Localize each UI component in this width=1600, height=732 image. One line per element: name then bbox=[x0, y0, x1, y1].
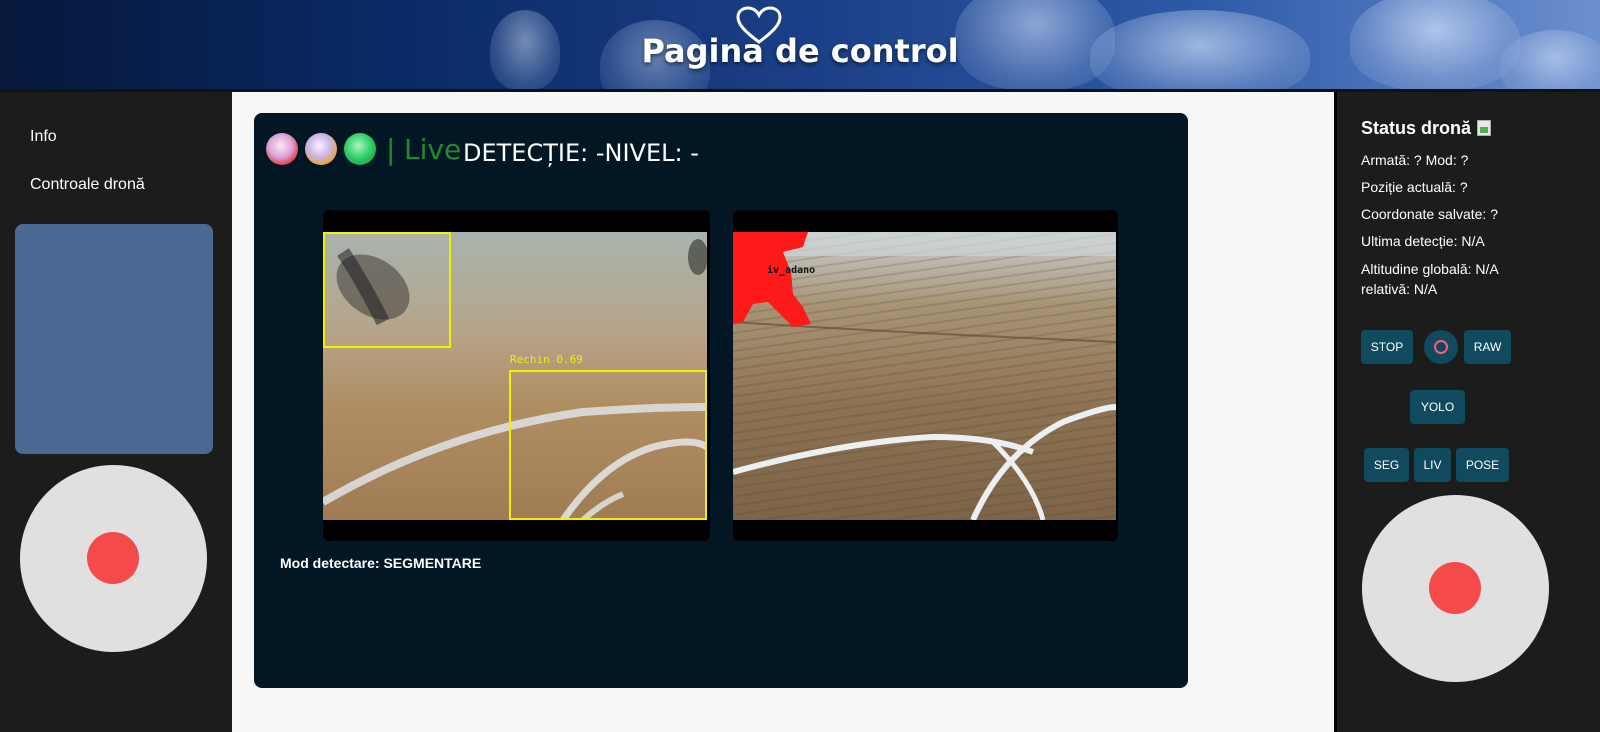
drone-status-title: Status dronă bbox=[1361, 118, 1492, 139]
pose-button[interactable]: POSE bbox=[1456, 448, 1509, 482]
detection-video-frame: Rechin 0.69 bbox=[323, 210, 710, 541]
info-panel bbox=[15, 224, 213, 454]
armed-mode-status: Armată: ? Mod: ? bbox=[1361, 152, 1469, 168]
broken-image-icon bbox=[1477, 120, 1492, 136]
sidebar-item-drone-controls[interactable]: Controale dronă bbox=[30, 176, 145, 194]
current-position-status: Poziție actuală: ? bbox=[1361, 179, 1468, 195]
liv-button[interactable]: LIV bbox=[1414, 448, 1451, 482]
left-sidebar: Info Controale dronă bbox=[0, 92, 232, 732]
detection-bounding-box bbox=[509, 370, 707, 520]
camera-feed-detection: Rechin 0.69 bbox=[323, 232, 707, 520]
right-joystick-knob[interactable] bbox=[1429, 562, 1481, 614]
saved-coordinates-status: Coordonate salvate: ? bbox=[1361, 206, 1498, 222]
detection-status: DETECȚIE: -NIVEL: - bbox=[463, 139, 699, 167]
detection-box-label: Rechin 0.69 bbox=[510, 353, 583, 366]
left-joystick[interactable] bbox=[20, 465, 207, 652]
segmentation-video-frame: iv_adano bbox=[733, 210, 1118, 541]
yolo-button[interactable]: YOLO bbox=[1410, 390, 1465, 424]
live-video-panel: | Live DETECȚIE: -NIVEL: - Rechin 0.69 i… bbox=[254, 113, 1188, 688]
stop-button[interactable]: STOP bbox=[1361, 330, 1413, 364]
segmentation-label: iv_adano bbox=[767, 265, 816, 276]
left-joystick-knob[interactable] bbox=[87, 532, 139, 584]
raw-button[interactable]: RAW bbox=[1464, 330, 1511, 364]
right-sidebar: Status dronă Armată: ? Mod: ? Poziție ac… bbox=[1334, 92, 1600, 732]
seg-button[interactable]: SEG bbox=[1364, 448, 1409, 482]
record-icon bbox=[1434, 340, 1448, 354]
page-title: Pagina de control bbox=[641, 32, 959, 70]
record-button[interactable] bbox=[1424, 330, 1458, 364]
red-indicator-light bbox=[266, 133, 298, 165]
detection-bounding-box bbox=[323, 232, 451, 348]
yellow-indicator-light bbox=[305, 133, 337, 165]
sidebar-item-info[interactable]: Info bbox=[30, 128, 57, 146]
altitude-status: Altitudine globală: N/A relativă: N/A bbox=[1361, 261, 1498, 297]
green-indicator-light bbox=[344, 133, 376, 165]
camera-feed-segmentation: iv_adano bbox=[733, 232, 1116, 520]
detection-mode-text: Mod detectare: SEGMENTARE bbox=[280, 555, 482, 571]
live-label: Live bbox=[404, 133, 462, 166]
drone-status-title-text: Status dronă bbox=[1361, 118, 1472, 138]
live-separator: | bbox=[386, 133, 396, 166]
page-header: Pagina de control bbox=[0, 0, 1600, 92]
last-detection-status: Ultima detecție: N/A bbox=[1361, 233, 1485, 249]
right-joystick[interactable] bbox=[1362, 495, 1549, 682]
